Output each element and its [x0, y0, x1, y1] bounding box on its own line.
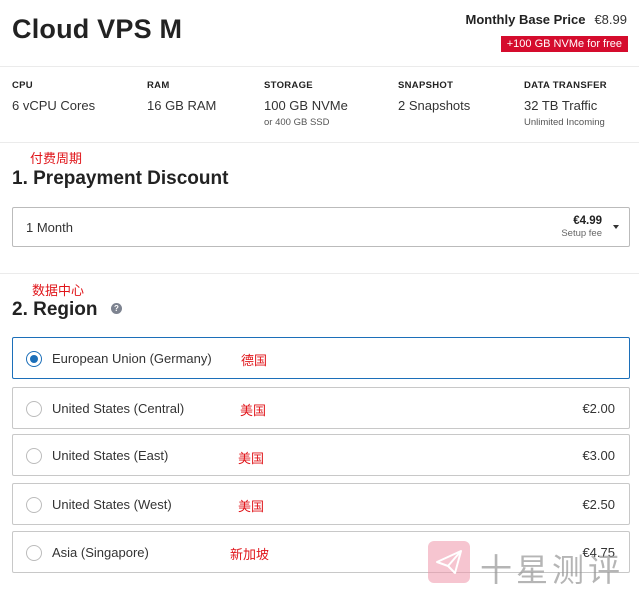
- region-annotation: 美国: [238, 500, 265, 515]
- region-option-us-east[interactable]: United States (East) €3.00: [12, 434, 630, 476]
- product-title: Cloud VPS M: [12, 14, 183, 44]
- region-annotation: 美国: [240, 404, 267, 419]
- divider: [0, 142, 639, 143]
- spec-sub: or 400 GB SSD: [264, 117, 330, 128]
- region-label: United States (East): [52, 448, 169, 463]
- radio-button[interactable]: [26, 401, 42, 417]
- help-icon[interactable]: ?: [111, 303, 122, 314]
- spec-value: 16 GB RAM: [147, 98, 217, 113]
- spec-value: 2 Snapshots: [398, 98, 471, 113]
- region-option-us-west[interactable]: United States (West) €2.50: [12, 483, 630, 525]
- divider: [0, 273, 639, 274]
- prepayment-section-title: 1. Prepayment Discount: [12, 168, 229, 189]
- region-label: Asia (Singapore): [52, 545, 149, 560]
- watermark: 十星测评: [428, 541, 633, 589]
- spec-label: CPU: [12, 80, 33, 91]
- divider: [0, 66, 639, 67]
- region-option-us-central[interactable]: United States (Central) €2.00: [12, 387, 630, 429]
- paper-plane-logo-icon: [428, 541, 470, 583]
- chevron-down-icon: [613, 225, 619, 229]
- region-price: €2.50: [582, 497, 615, 512]
- region-annotation: 数据中心: [32, 284, 85, 299]
- region-annotation: 美国: [238, 452, 265, 467]
- monthly-base-price: Monthly Base Price €8.99: [466, 12, 627, 27]
- spec-snapshot: SNAPSHOT 2 Snapshots: [398, 80, 470, 113]
- radio-button[interactable]: [26, 545, 42, 561]
- radio-button[interactable]: [26, 351, 42, 367]
- watermark-text: 十星测评: [480, 551, 625, 589]
- radio-button[interactable]: [26, 448, 42, 464]
- spec-value: 6 vCPU Cores: [12, 98, 96, 113]
- prepayment-selected-value: 1 Month: [26, 220, 73, 235]
- region-price: €3.00: [582, 448, 615, 463]
- spec-label: SNAPSHOT: [398, 80, 454, 91]
- setup-fee-amount: €4.99: [573, 215, 602, 227]
- price-value: €8.99: [594, 12, 627, 27]
- spec-label: RAM: [147, 80, 170, 91]
- setup-fee: €4.99 Setup fee: [561, 215, 602, 239]
- region-label: United States (West): [52, 497, 172, 512]
- spec-storage: STORAGE 100 GB NVMe or 400 GB SSD: [264, 80, 348, 128]
- spec-value: 32 TB Traffic: [524, 98, 598, 113]
- spec-label: DATA TRANSFER: [524, 80, 607, 91]
- spec-data-transfer: DATA TRANSFER 32 TB Traffic Unlimited In…: [524, 80, 607, 128]
- spec-value: 100 GB NVMe: [264, 98, 348, 113]
- spec-sub: Unlimited Incoming: [524, 117, 605, 128]
- region-annotation: 德国: [241, 354, 268, 369]
- region-label: European Union (Germany): [52, 351, 212, 366]
- promo-badge: +100 GB NVMe for free: [500, 36, 628, 52]
- spec-label: STORAGE: [264, 80, 313, 91]
- radio-button[interactable]: [26, 497, 42, 513]
- region-annotation: 新加坡: [230, 548, 270, 563]
- spec-ram: RAM 16 GB RAM: [147, 80, 216, 113]
- region-section-title: 2. Region: [12, 299, 98, 320]
- prepayment-select[interactable]: 1 Month €4.99 Setup fee: [12, 207, 630, 247]
- region-option-eu-germany[interactable]: European Union (Germany): [12, 337, 630, 379]
- region-price: €2.00: [582, 401, 615, 416]
- setup-fee-label: Setup fee: [561, 228, 602, 239]
- prepayment-annotation: 付费周期: [30, 152, 83, 167]
- region-label: United States (Central): [52, 401, 185, 416]
- price-label: Monthly Base Price: [465, 12, 586, 27]
- spec-cpu: CPU 6 vCPU Cores: [12, 80, 95, 113]
